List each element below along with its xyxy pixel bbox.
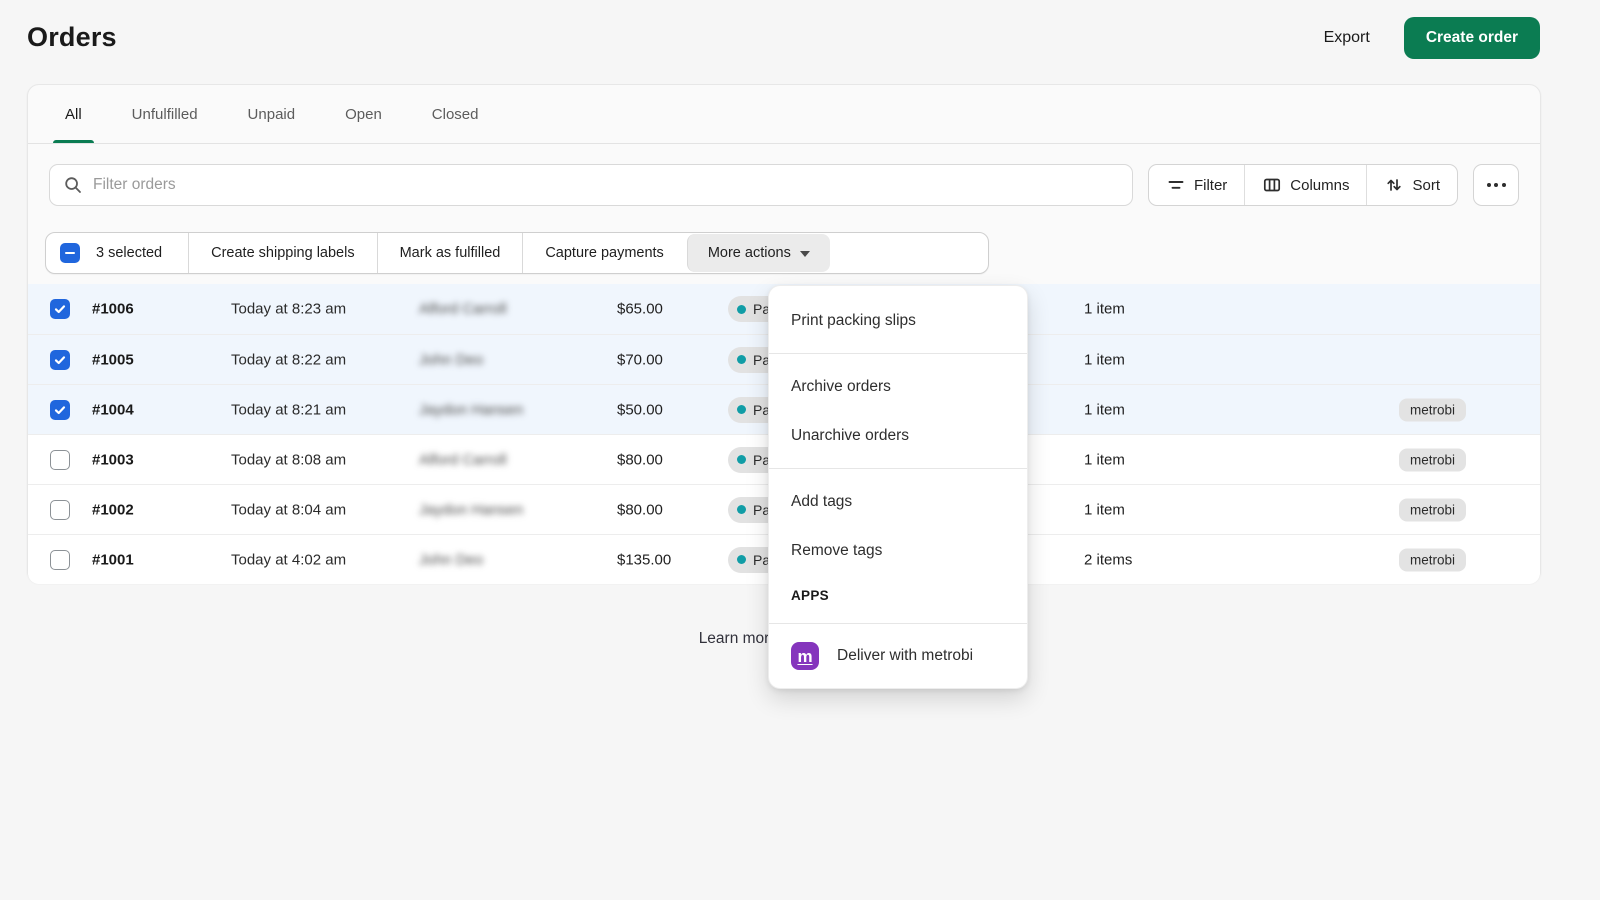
order-tag-badge: metrobi <box>1399 398 1467 421</box>
customer-name: Alford Carroll <box>419 300 507 318</box>
customer-name: Jaydon Hansen <box>419 501 524 518</box>
order-tag-badge: metrobi <box>1399 548 1467 571</box>
sort-icon <box>1387 179 1402 191</box>
mark-as-fulfilled-button[interactable]: Mark as fulfilled <box>376 233 523 273</box>
payment-status-dot-icon <box>737 455 746 464</box>
page-title: Orders <box>27 22 117 52</box>
order-number: #1005 <box>92 351 134 368</box>
bulk-action-bar: 3 selected Create shipping labels Mark as… <box>45 232 989 274</box>
bulk-selected: 3 selected <box>46 233 188 273</box>
order-total: $50.00 <box>617 401 663 418</box>
search-input[interactable] <box>93 176 1119 194</box>
order-number: #1002 <box>92 501 134 518</box>
customer-name: John Deo <box>419 351 484 368</box>
tab-unfulfilled[interactable]: Unfulfilled <box>120 85 210 143</box>
items-count: 1 item <box>1084 351 1125 368</box>
customer-name: Alford Carroll <box>419 451 507 468</box>
menu-item-deliver-with-metrobi[interactable]: m Deliver with metrobi <box>769 632 1027 680</box>
order-number: #1006 <box>92 300 134 318</box>
menu-item-remove-tags[interactable]: Remove tags <box>769 526 1027 575</box>
order-date: Today at 8:04 am <box>231 501 347 518</box>
menu-item-archive-orders[interactable]: Archive orders <box>769 362 1027 411</box>
filter-button[interactable]: Filter <box>1149 165 1244 205</box>
tab-open[interactable]: Open <box>333 85 394 143</box>
row-checkbox[interactable] <box>50 349 70 370</box>
check-icon <box>54 355 66 364</box>
menu-divider <box>769 353 1027 354</box>
menu-item-add-tags[interactable]: Add tags <box>769 477 1027 526</box>
tab-closed[interactable]: Closed <box>420 85 491 143</box>
header-actions: Export Create order <box>1324 16 1540 59</box>
order-number: #1004 <box>92 401 134 418</box>
order-date: Today at 8:08 am <box>231 451 347 468</box>
search-icon <box>65 177 81 193</box>
order-date: Today at 8:23 am <box>231 300 347 318</box>
sort-button[interactable]: Sort <box>1366 165 1457 205</box>
more-actions-menu: Print packing slips Archive orders Unarchi… <box>768 285 1028 689</box>
metrobi-app-icon: m <box>791 642 819 670</box>
order-date: Today at 8:21 am <box>231 401 347 418</box>
order-number: #1003 <box>92 451 134 468</box>
chevron-down-icon <box>799 250 810 257</box>
filter-toolbar: Filter Columns Sort <box>28 144 1540 226</box>
items-count: 1 item <box>1084 501 1125 518</box>
order-date: Today at 4:02 am <box>231 551 347 568</box>
payment-status-dot-icon <box>737 555 746 564</box>
items-count: 2 items <box>1084 551 1133 568</box>
order-total: $65.00 <box>617 300 663 318</box>
items-count: 1 item <box>1084 451 1125 468</box>
order-total: $135.00 <box>617 551 672 568</box>
payment-status-dot-icon <box>737 304 746 314</box>
order-tag-badge: metrobi <box>1399 498 1467 521</box>
capture-payments-button[interactable]: Capture payments <box>522 233 685 273</box>
more-actions-button[interactable]: More actions <box>686 234 830 272</box>
menu-divider <box>769 623 1027 624</box>
ellipsis-icon <box>1486 183 1491 187</box>
customer-name: John Deo <box>419 551 484 568</box>
export-button[interactable]: Export <box>1324 29 1370 47</box>
row-checkbox[interactable] <box>50 399 70 420</box>
search-box[interactable] <box>49 164 1133 206</box>
columns-button[interactable]: Columns <box>1244 165 1366 205</box>
check-icon <box>54 405 66 414</box>
filter-button-label: Filter <box>1193 176 1228 194</box>
payment-status-dot-icon <box>737 355 746 364</box>
more-actions-label: More actions <box>707 245 791 261</box>
payment-status-dot-icon <box>737 505 746 514</box>
order-total: $70.00 <box>617 351 663 368</box>
row-checkbox[interactable] <box>50 299 70 319</box>
menu-item-unarchive-orders[interactable]: Unarchive orders <box>769 411 1027 460</box>
order-tag-badge: metrobi <box>1399 448 1467 471</box>
tab-bar: All Unfulfilled Unpaid Open Closed <box>28 85 1540 144</box>
columns-button-label: Columns <box>1290 176 1350 194</box>
view-controls: Filter Columns Sort <box>1147 164 1458 206</box>
items-count: 1 item <box>1084 401 1125 418</box>
payment-status-dot-icon <box>737 405 746 414</box>
check-icon <box>54 305 66 314</box>
tab-all[interactable]: All <box>53 85 94 143</box>
columns-icon <box>1264 178 1281 192</box>
page-header: Orders Export Create order <box>0 0 1600 72</box>
order-number: #1001 <box>92 551 134 568</box>
select-all-checkbox[interactable] <box>60 243 80 263</box>
order-total: $80.00 <box>617 451 663 468</box>
more-options-button[interactable] <box>1473 164 1519 206</box>
menu-divider <box>769 468 1027 469</box>
create-shipping-labels-button[interactable]: Create shipping labels <box>188 233 376 273</box>
tab-unpaid[interactable]: Unpaid <box>236 85 308 143</box>
menu-section-heading-apps: APPS <box>791 587 829 603</box>
menu-item-print-packing-slips[interactable]: Print packing slips <box>769 296 1027 345</box>
create-order-button[interactable]: Create order <box>1403 16 1540 59</box>
filter-icon <box>1168 181 1184 189</box>
sort-button-label: Sort <box>1412 176 1440 194</box>
selected-count: 3 selected <box>96 245 163 261</box>
row-checkbox[interactable] <box>50 449 70 470</box>
row-checkbox[interactable] <box>50 499 70 520</box>
items-count: 1 item <box>1084 300 1125 318</box>
customer-name: Jaydon Hansen <box>419 401 524 418</box>
order-total: $80.00 <box>617 501 663 518</box>
order-date: Today at 8:22 am <box>231 351 347 368</box>
row-checkbox[interactable] <box>50 549 70 570</box>
